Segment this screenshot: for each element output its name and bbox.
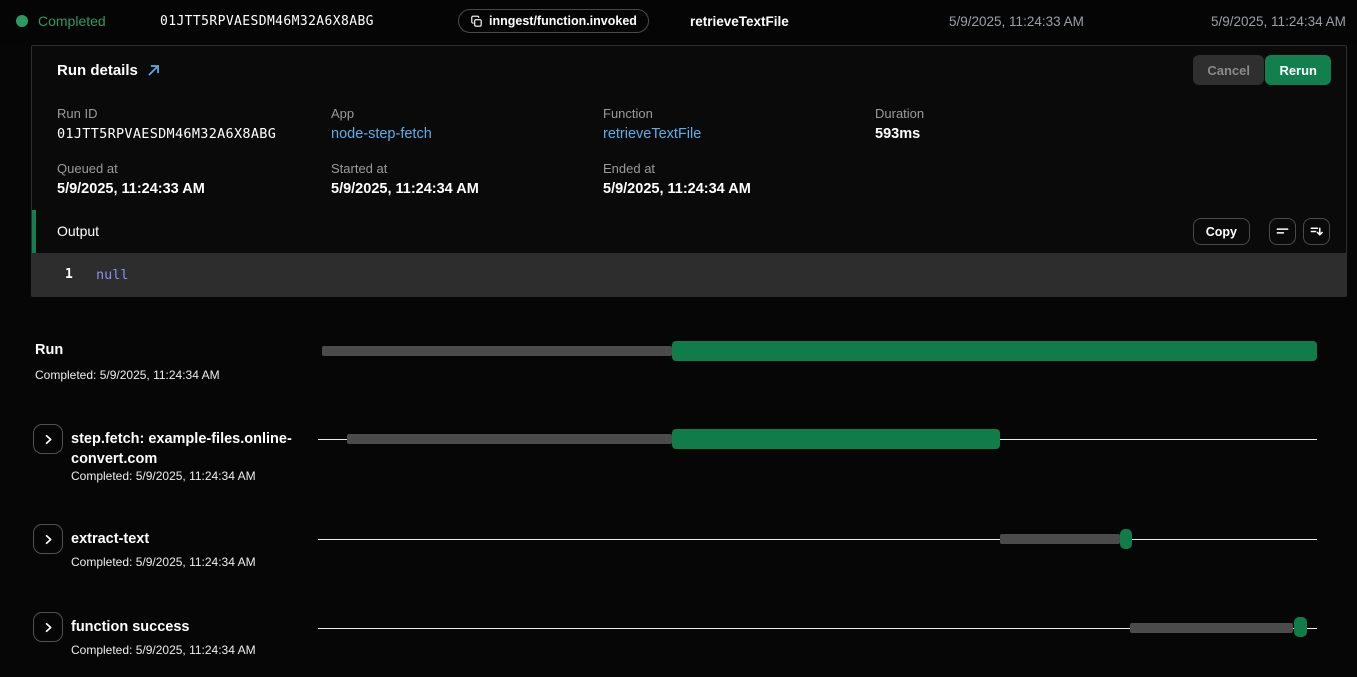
field-label: Function bbox=[603, 106, 875, 121]
field-label: Ended at bbox=[603, 161, 875, 176]
trace-row-completed: Completed: 5/9/2025, 11:24:34 AM bbox=[71, 555, 311, 569]
trace-row-text: step.fetch: example-files.online-convert… bbox=[71, 429, 311, 483]
function-link[interactable]: retrieveTextFile bbox=[603, 126, 875, 142]
step-span-bar[interactable] bbox=[672, 429, 1000, 449]
step-queued-bar[interactable] bbox=[1000, 534, 1120, 544]
trace-row-completed: Completed: 5/9/2025, 11:24:34 AM bbox=[71, 643, 311, 657]
field-value: 5/9/2025, 11:24:34 AM bbox=[331, 181, 603, 197]
copy-button[interactable]: Copy bbox=[1193, 218, 1250, 245]
field-value: 5/9/2025, 11:24:34 AM bbox=[603, 181, 875, 197]
output-title: Output bbox=[57, 210, 99, 253]
copy-icon bbox=[470, 15, 483, 28]
step-span-marker[interactable] bbox=[1120, 529, 1132, 549]
field-value: 593ms bbox=[875, 126, 1327, 142]
field-function: Function retrieveTextFile bbox=[603, 106, 875, 142]
run-details-panel: Run details Cancel Rerun Run ID 01JTT5RP… bbox=[31, 45, 1347, 297]
chevron-right-icon bbox=[43, 434, 54, 445]
trace-row-title: Run bbox=[35, 340, 63, 360]
top-status-bar: Completed 01JTT5RPVAESDM46M32A6X8ABG inn… bbox=[0, 0, 1357, 42]
output-section: Output Copy 1 null bbox=[32, 210, 1346, 296]
field-value: 5/9/2025, 11:24:33 AM bbox=[57, 181, 331, 197]
chevron-right-icon bbox=[43, 534, 54, 545]
trace-row-title: step.fetch: example-files.online-convert… bbox=[71, 429, 311, 469]
field-label: Run ID bbox=[57, 106, 331, 121]
run-span-bar[interactable] bbox=[672, 341, 1317, 361]
output-accent-bar bbox=[32, 210, 36, 253]
scroll-to-bottom-icon bbox=[1309, 224, 1324, 239]
run-details-grid: Run ID 01JTT5RPVAESDM46M32A6X8ABG App no… bbox=[57, 106, 1327, 197]
output-code-area[interactable]: 1 null bbox=[32, 253, 1346, 296]
expand-step-button[interactable] bbox=[33, 424, 63, 454]
wrap-lines-icon bbox=[1275, 224, 1290, 239]
run-queued-bar[interactable] bbox=[322, 346, 672, 356]
rerun-button[interactable]: Rerun bbox=[1265, 55, 1331, 85]
field-label: Duration bbox=[875, 106, 1327, 121]
event-badge-label: inngest/function.invoked bbox=[489, 14, 637, 28]
chevron-right-icon bbox=[43, 622, 54, 633]
trace-row-title: function success bbox=[71, 617, 311, 637]
top-run-id: 01JTT5RPVAESDM46M32A6X8ABG bbox=[160, 14, 374, 29]
line-number: 1 bbox=[32, 267, 72, 282]
app-link[interactable]: node-step-fetch bbox=[331, 126, 603, 142]
run-details-title: Run details bbox=[57, 62, 138, 79]
field-label: Started at bbox=[331, 161, 603, 176]
field-queued-at: Queued at 5/9/2025, 11:24:33 AM bbox=[57, 161, 331, 197]
trace-row-text: function success Completed: 5/9/2025, 11… bbox=[71, 617, 311, 657]
status-label: Completed bbox=[38, 13, 106, 29]
expand-step-button[interactable] bbox=[33, 612, 63, 642]
status-dot-icon bbox=[16, 15, 28, 27]
field-ended-at: Ended at 5/9/2025, 11:24:34 AM bbox=[603, 161, 875, 197]
timeline-track bbox=[318, 539, 1317, 541]
field-duration: Duration 593ms bbox=[875, 106, 1327, 142]
top-started-timestamp: 5/9/2025, 11:24:34 AM bbox=[1211, 14, 1346, 29]
output-code-value: null bbox=[96, 267, 129, 283]
expand-step-button[interactable] bbox=[33, 524, 63, 554]
trace-row-completed: Completed: 5/9/2025, 11:24:34 AM bbox=[71, 469, 311, 483]
step-queued-bar[interactable] bbox=[347, 434, 672, 444]
wrap-lines-button[interactable] bbox=[1269, 218, 1296, 245]
trace-row-title: extract-text bbox=[71, 529, 311, 549]
cancel-button[interactable]: Cancel bbox=[1193, 55, 1264, 85]
field-started-at: Started at 5/9/2025, 11:24:34 AM bbox=[331, 161, 603, 197]
field-label: Queued at bbox=[57, 161, 331, 176]
field-run-id: Run ID 01JTT5RPVAESDM46M32A6X8ABG bbox=[57, 106, 331, 142]
top-queued-timestamp: 5/9/2025, 11:24:33 AM bbox=[949, 14, 1084, 29]
step-span-marker[interactable] bbox=[1294, 617, 1307, 637]
field-value: 01JTT5RPVAESDM46M32A6X8ABG bbox=[57, 126, 331, 142]
trace-row-completed: Completed: 5/9/2025, 11:24:34 AM bbox=[35, 368, 220, 382]
top-function-name: retrieveTextFile bbox=[690, 14, 789, 29]
scroll-to-bottom-button[interactable] bbox=[1303, 218, 1330, 245]
field-label: App bbox=[331, 106, 603, 121]
event-badge[interactable]: inngest/function.invoked bbox=[458, 9, 649, 33]
step-queued-bar[interactable] bbox=[1130, 623, 1293, 633]
field-app: App node-step-fetch bbox=[331, 106, 603, 142]
trace-row-text: extract-text Completed: 5/9/2025, 11:24:… bbox=[71, 529, 311, 569]
external-link-icon[interactable] bbox=[147, 64, 160, 77]
